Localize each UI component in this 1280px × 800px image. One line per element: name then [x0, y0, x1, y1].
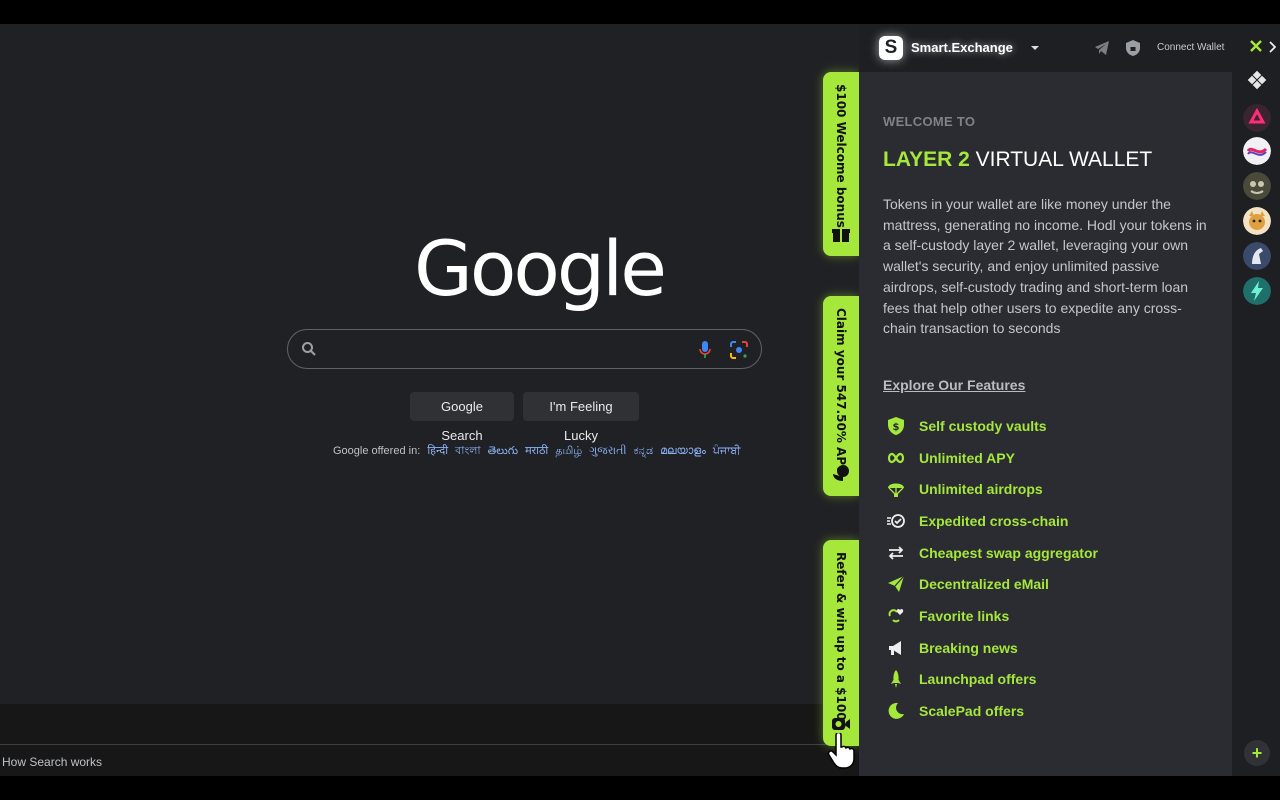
feature-unlimited-apy[interactable]: Unlimited APY	[883, 446, 1213, 470]
title-accent: LAYER 2	[883, 148, 970, 171]
feature-breaking-news[interactable]: Breaking news	[883, 636, 1213, 660]
feature-launchpad-offers[interactable]: Launchpad offers	[883, 667, 1213, 691]
google-search-button[interactable]: Google Search	[410, 392, 514, 443]
piggy-icon	[833, 465, 849, 481]
token-bolt-icon[interactable]	[1243, 277, 1271, 305]
search-input[interactable]	[332, 338, 712, 360]
caret-down-icon[interactable]	[1030, 43, 1040, 53]
explore-features-link[interactable]: Explore Our Features	[883, 377, 1025, 393]
close-icon[interactable]	[1249, 39, 1263, 53]
feature-label: Breaking news	[919, 640, 1018, 656]
refer-win-label: Refer & win up to a $1000	[834, 552, 848, 729]
token-horse-icon[interactable]	[1243, 242, 1271, 270]
language-link-marathi[interactable]: मराठी	[525, 445, 548, 457]
languages-offered: Google offered in: हिन्दी বাংলা తెలుగు म…	[333, 442, 740, 461]
claim-apy-tab[interactable]: Claim your 547.50% APY	[823, 296, 859, 496]
feature-label: Favorite links	[919, 608, 1010, 624]
language-link-malayalam[interactable]: മലയാളം	[660, 445, 706, 457]
grid-app-icon[interactable]	[1243, 66, 1271, 94]
token-wave-icon[interactable]	[1243, 137, 1271, 165]
language-link-hindi[interactable]: हिन्दी	[427, 445, 448, 457]
fast-check-icon	[887, 514, 905, 528]
gift-icon	[832, 229, 850, 242]
wallet-panel	[859, 24, 1232, 776]
feature-label: Expedited cross-chain	[919, 513, 1069, 529]
feature-label: Unlimited airdrops	[919, 481, 1043, 497]
shield-dollar-icon: $	[888, 417, 904, 435]
refer-win-tab[interactable]: Refer & win up to a $1000	[823, 540, 859, 746]
feature-label: ScalePad offers	[919, 703, 1025, 719]
feature-label: Self custody vaults	[919, 418, 1047, 434]
rocket-icon	[891, 670, 901, 688]
feature-self-custody-vaults[interactable]: $ Self custody vaults	[883, 414, 1213, 438]
feature-decentralized-email[interactable]: Decentralized eMail	[883, 572, 1213, 596]
feature-label: Cheapest swap aggregator	[919, 545, 1098, 561]
feature-label: Unlimited APY	[919, 450, 1015, 466]
search-box[interactable]	[287, 329, 762, 369]
add-token-button[interactable]: +	[1244, 740, 1270, 766]
connect-wallet-link[interactable]: Connect Wallet	[1157, 42, 1224, 53]
welcome-bonus-label: $100 Welcome bonus	[834, 84, 848, 228]
search-icon	[302, 342, 316, 356]
swap-arrows-icon	[888, 546, 904, 560]
footer-links-bar	[0, 744, 860, 776]
title-rest: VIRTUAL WALLET	[969, 148, 1153, 171]
feature-unlimited-airdrops[interactable]: Unlimited airdrops	[883, 477, 1213, 501]
parachute-icon	[888, 483, 904, 497]
feature-expedited-cross-chain[interactable]: Expedited cross-chain	[883, 509, 1213, 533]
paper-plane-icon	[888, 575, 905, 592]
megaphone-icon	[889, 641, 901, 655]
brand-logo[interactable]: S	[879, 36, 903, 60]
panel-description: Tokens in your wallet are like money und…	[883, 196, 1207, 337]
microphone-icon[interactable]	[698, 340, 712, 360]
svg-text:$: $	[893, 422, 900, 433]
language-link-bengali[interactable]: বাংলা	[455, 445, 480, 457]
camera-icon	[832, 718, 850, 730]
telegram-icon[interactable]	[1094, 40, 1110, 56]
feature-cheapest-swap-aggregator[interactable]: Cheapest swap aggregator	[883, 541, 1213, 565]
claim-apy-label: Claim your 547.50% APY	[834, 308, 848, 474]
google-logo: Google	[414, 224, 667, 313]
panel-title: LAYER 2 VIRTUAL WALLET	[883, 148, 1152, 172]
language-link-telugu[interactable]: తెలుగు	[488, 445, 518, 457]
feature-label: Decentralized eMail	[919, 576, 1049, 592]
feature-scalepad-offers[interactable]: ScalePad offers	[883, 699, 1213, 723]
welcome-bonus-tab[interactable]: $100 Welcome bonus	[823, 72, 859, 256]
screen: Google Google Search I'm Feeling Lucky G…	[0, 24, 1280, 776]
token-shiba-icon[interactable]	[1243, 207, 1271, 235]
infinity-icon	[887, 452, 905, 464]
how-search-works-link[interactable]: How Search works	[2, 755, 102, 769]
welcome-label: WELCOME TO	[883, 114, 976, 129]
token-red-icon[interactable]	[1243, 104, 1271, 132]
google-lens-icon[interactable]	[729, 340, 749, 360]
language-link-kannada[interactable]: ಕನ್ನಡ	[634, 445, 654, 457]
link-heart-icon	[888, 608, 904, 623]
hand-cursor-icon	[827, 733, 855, 769]
token-pepe-icon[interactable]	[1243, 172, 1271, 200]
feature-label: Launchpad offers	[919, 671, 1037, 687]
chevron-right-icon[interactable]	[1268, 41, 1276, 53]
language-link-gujarati[interactable]: ગુજરાતી	[589, 445, 626, 457]
language-link-tamil[interactable]: தமிழ்	[555, 445, 582, 457]
language-link-punjabi[interactable]: ਪੰਜਾਬੀ	[713, 445, 741, 457]
footer-country-bar	[0, 704, 860, 744]
feature-favorite-links[interactable]: Favorite links	[883, 604, 1213, 628]
shield-lock-icon[interactable]	[1125, 39, 1141, 57]
brand-name[interactable]: Smart.Exchange	[911, 40, 1013, 55]
offered-label: Google offered in:	[333, 445, 421, 457]
moon-icon	[888, 702, 904, 719]
feeling-lucky-button[interactable]: I'm Feeling Lucky	[523, 392, 639, 443]
